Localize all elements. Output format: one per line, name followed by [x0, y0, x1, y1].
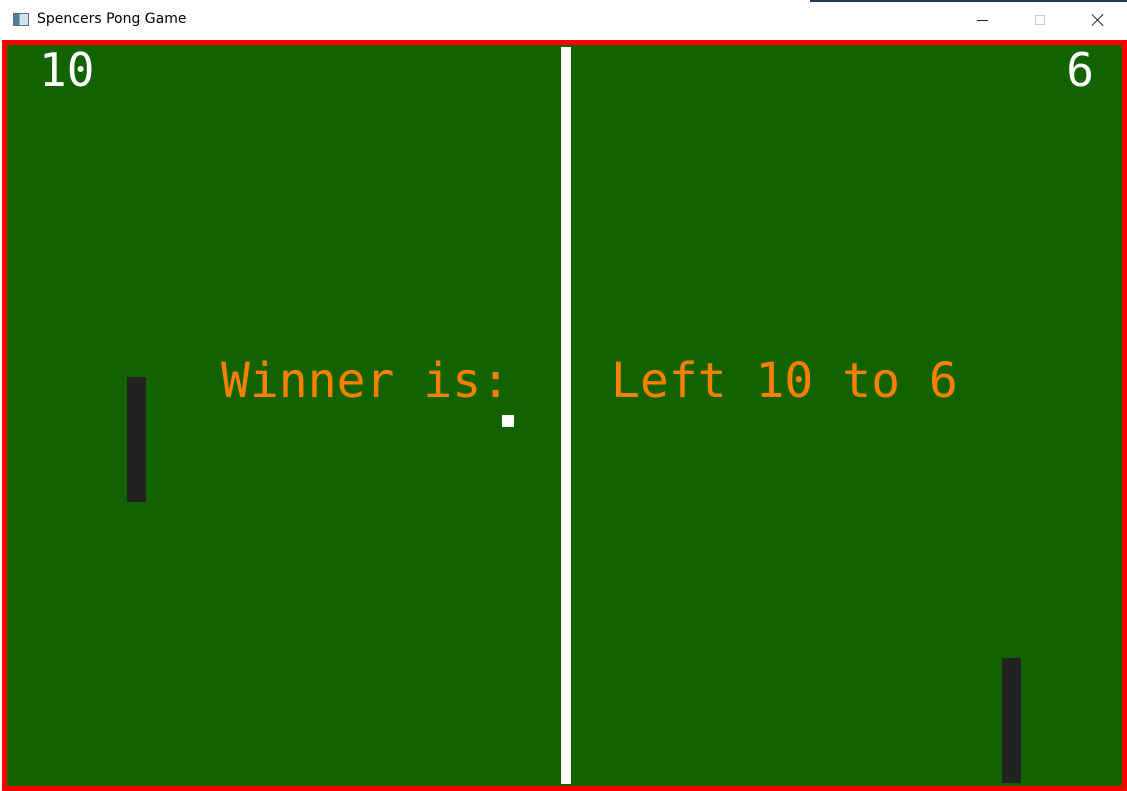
- title-bar[interactable]: Spencers Pong Game: [0, 0, 1127, 40]
- app-window-icon[interactable]: [13, 13, 29, 26]
- minimize-icon: [976, 19, 988, 21]
- left-paddle: [127, 377, 146, 502]
- app-window: Spencers Pong Game 10 6 Winner is: Left …: [0, 0, 1127, 791]
- minimize-button[interactable]: [953, 0, 1011, 40]
- close-icon: [1091, 13, 1105, 27]
- center-net: [561, 47, 571, 784]
- right-paddle: [1002, 658, 1021, 783]
- maximize-button[interactable]: [1011, 0, 1069, 40]
- left-score: 10: [39, 43, 95, 97]
- game-canvas[interactable]: 10 6 Winner is: Left 10 to 6: [2, 40, 1127, 791]
- winner-result: Left 10 to 6: [611, 353, 958, 409]
- window-title: Spencers Pong Game: [37, 11, 187, 27]
- right-score: 6: [1066, 43, 1094, 97]
- ball: [502, 415, 514, 427]
- close-button[interactable]: [1069, 0, 1127, 40]
- winner-label: Winner is:: [221, 353, 510, 409]
- maximize-icon: [1035, 15, 1045, 25]
